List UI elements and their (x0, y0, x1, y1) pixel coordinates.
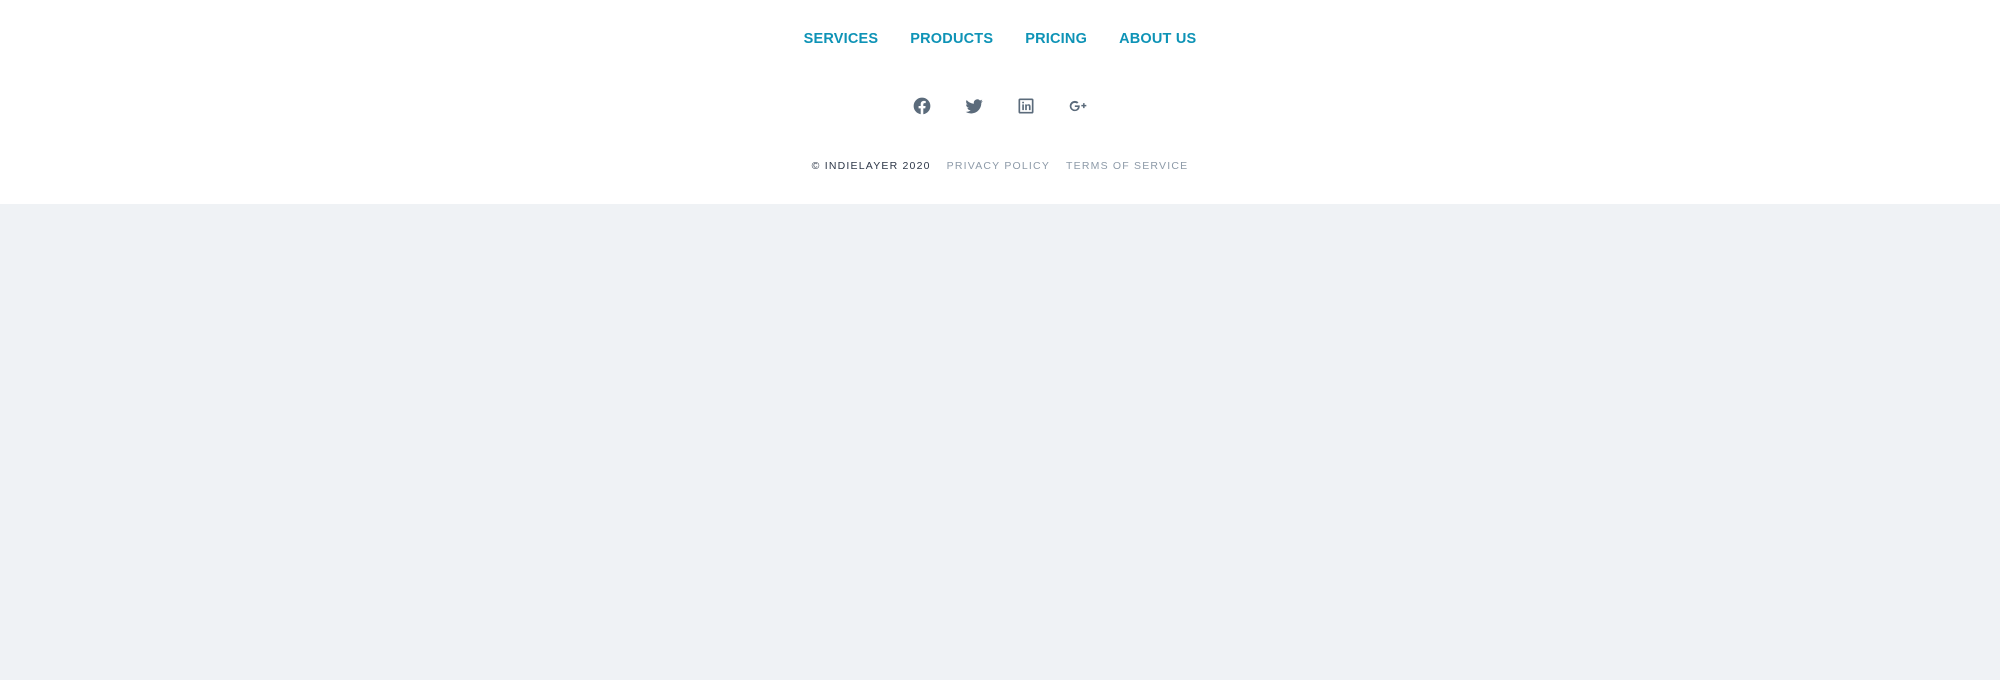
copyright-text: © INDIELAYER 2020 (811, 160, 931, 172)
legal-bar: © INDIELAYER 2020 PRIVACY POLICY TERMS O… (0, 159, 2000, 173)
twitter-icon[interactable] (964, 96, 984, 116)
nav-link-products[interactable]: PRODUCTS (910, 29, 993, 49)
footer-nav: SERVICES PRODUCTS PRICING ABOUT US (0, 29, 2000, 49)
social-links (0, 96, 2000, 116)
privacy-policy-link[interactable]: PRIVACY POLICY (947, 159, 1050, 173)
nav-link-pricing[interactable]: PRICING (1025, 29, 1087, 49)
facebook-icon[interactable] (912, 96, 932, 116)
site-footer: SERVICES PRODUCTS PRICING ABOUT US © IND… (0, 0, 2000, 204)
nav-link-services[interactable]: SERVICES (804, 29, 879, 49)
terms-of-service-link[interactable]: TERMS OF SERVICE (1066, 159, 1188, 173)
google-plus-icon[interactable] (1068, 96, 1088, 116)
nav-link-about-us[interactable]: ABOUT US (1119, 29, 1196, 49)
linkedin-icon[interactable] (1016, 96, 1036, 116)
page-background (0, 204, 2000, 680)
